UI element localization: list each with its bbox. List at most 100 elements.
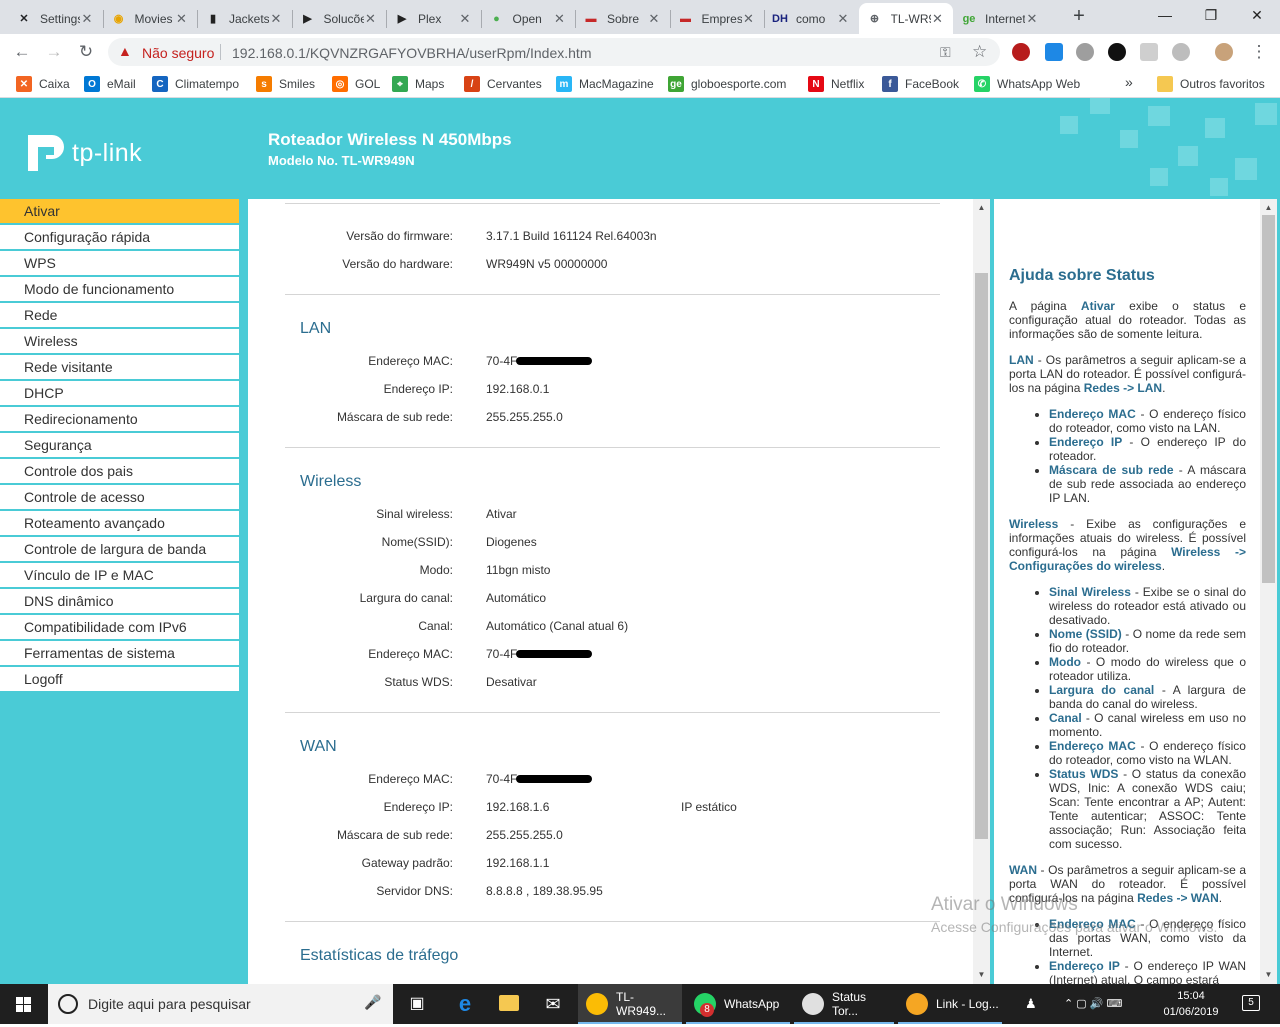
sidebar-menu-item[interactable]: DHCP: [0, 381, 239, 405]
tab-close-icon[interactable]: ✕: [458, 11, 472, 27]
browser-tab[interactable]: ge Internet ✕: [953, 3, 1047, 34]
sidebar-menu-item[interactable]: WPS: [0, 251, 239, 275]
other-bookmarks-folder[interactable]: Outros favoritos: [1157, 76, 1265, 92]
browser-tab[interactable]: ▶ Solucões✕: [292, 3, 386, 34]
maximize-window-icon[interactable]: ❐: [1188, 0, 1234, 30]
sidebar-menu-item[interactable]: Roteamento avançado: [0, 511, 239, 535]
bookmark-item[interactable]: ◎ GOL: [332, 76, 380, 92]
tab-close-icon[interactable]: ✕: [836, 11, 850, 27]
sidebar-menu-item[interactable]: Logoff: [0, 667, 239, 691]
sidebar-menu-item[interactable]: Wireless: [0, 329, 239, 353]
file-explorer-icon[interactable]: [492, 984, 526, 1024]
back-arrow-icon[interactable]: ←: [10, 40, 34, 64]
browser-tab[interactable]: ◉ Movies ✕: [103, 3, 197, 34]
browser-tab[interactable]: ▬ Empresa✕: [670, 3, 764, 34]
bookmark-item[interactable]: C Climatempo: [152, 76, 239, 92]
scrollbar-thumb[interactable]: [975, 273, 988, 839]
sidebar-menu-item[interactable]: Segurança: [0, 433, 239, 457]
browser-tab[interactable]: ✕ Settings ✕: [8, 3, 102, 34]
tab-close-icon[interactable]: ✕: [175, 11, 189, 27]
menu-kebab-icon[interactable]: ⋮: [1247, 40, 1271, 64]
sidebar-menu-item[interactable]: Controle de largura de banda: [0, 537, 239, 561]
bookmark-item[interactable]: N Netflix: [808, 76, 864, 92]
scroll-down-arrow-icon[interactable]: ▼: [973, 970, 990, 979]
avatar[interactable]: [1215, 43, 1233, 61]
task-view-icon[interactable]: ▣: [400, 984, 434, 1024]
tab-close-icon[interactable]: ✕: [931, 11, 945, 27]
taskbar-clock[interactable]: 15:04 01/06/2019: [1160, 988, 1222, 1020]
tab-close-icon[interactable]: ✕: [647, 11, 661, 27]
start-button[interactable]: [0, 984, 48, 1024]
taskbar-app[interactable]: 8 WhatsApp: [686, 984, 790, 1024]
tab-close-icon[interactable]: ✕: [364, 11, 378, 27]
system-tray-icons[interactable]: ⌃ ▢ 🔊 ⌨: [1064, 984, 1154, 1024]
scroll-up-arrow-icon[interactable]: ▲: [973, 203, 990, 212]
mail-icon[interactable]: ✉: [536, 984, 570, 1024]
sidebar-menu-item[interactable]: Compatibilidade com IPv6: [0, 615, 239, 639]
tab-close-icon[interactable]: ✕: [742, 11, 756, 27]
extension-icon[interactable]: [1172, 43, 1190, 61]
bookmark-item[interactable]: / Cervantes: [464, 76, 542, 92]
sidebar-menu-item[interactable]: Vínculo de IP e MAC: [0, 563, 239, 587]
browser-tab[interactable]: DH como ✕: [764, 3, 858, 34]
content-scrollbar[interactable]: ▲ ▼: [973, 199, 990, 984]
sidebar-menu-item[interactable]: Modo de funcionamento: [0, 277, 239, 301]
browser-tab[interactable]: ▶ Plex ✕: [386, 3, 480, 34]
extension-icon[interactable]: [1012, 43, 1030, 61]
shield-icon[interactable]: [1108, 43, 1126, 61]
browser-tab[interactable]: ● Open ✕: [481, 3, 575, 34]
close-window-icon[interactable]: ✕: [1234, 0, 1280, 30]
extension-icon[interactable]: [1076, 43, 1094, 61]
bookmarks-overflow-icon[interactable]: »: [1125, 74, 1133, 90]
notifications-icon[interactable]: 5: [1236, 984, 1266, 1024]
taskbar-app[interactable]: Status Tor...: [794, 984, 894, 1024]
address-bar[interactable]: ▲ Não seguro 192.168.0.1/KQVNZRGAFYOVBRH…: [108, 38, 1000, 66]
tab-close-icon[interactable]: ✕: [1025, 11, 1039, 27]
forward-arrow-icon[interactable]: →: [42, 40, 66, 64]
bookmark-item[interactable]: m MacMagazine: [556, 76, 654, 92]
new-tab-button[interactable]: +: [1068, 6, 1090, 28]
security-status[interactable]: Não seguro: [142, 45, 214, 61]
scrollbar-thumb[interactable]: [1262, 215, 1275, 583]
bookmark-item[interactable]: OeMail: [84, 76, 136, 92]
bookmark-item[interactable]: ge globoesporte.com: [668, 76, 786, 92]
bookmark-item[interactable]: f FaceBook: [882, 76, 959, 92]
browser-tab[interactable]: ⊕ TL-WR949N✕: [858, 3, 953, 34]
bookmark-star-icon[interactable]: ☆: [972, 42, 987, 62]
browser-tab[interactable]: ▮ Jackets ✕: [197, 3, 291, 34]
scroll-up-arrow-icon[interactable]: ▲: [1260, 203, 1277, 212]
taskbar-app[interactable]: TL-WR949...: [578, 984, 682, 1024]
taskbar-search-box[interactable]: Digite aqui para pesquisar 🎤: [48, 984, 393, 1024]
warning-triangle-icon[interactable]: ▲: [118, 43, 132, 59]
scroll-down-arrow-icon[interactable]: ▼: [1260, 970, 1277, 979]
sidebar-menu-item[interactable]: Rede: [0, 303, 239, 327]
sidebar-menu-item[interactable]: Controle de acesso: [0, 485, 239, 509]
url-text[interactable]: 192.168.0.1/KQVNZRGAFYOVBRHA/userRpm/Ind…: [232, 45, 591, 61]
bookmark-item[interactable]: ✆ WhatsApp Web: [974, 76, 1080, 92]
browser-tab[interactable]: ▬ Sobre ✕: [575, 3, 669, 34]
tab-close-icon[interactable]: ✕: [269, 11, 283, 27]
bookmark-item[interactable]: ⌖ Maps: [392, 76, 444, 92]
tab-close-icon[interactable]: ✕: [80, 11, 94, 27]
extension-icon[interactable]: [1045, 43, 1063, 61]
bookmark-item[interactable]: ✕ Caixa: [16, 76, 70, 92]
people-icon[interactable]: ♟: [1025, 984, 1045, 1024]
reload-icon[interactable]: ↻: [74, 40, 98, 64]
minimize-window-icon[interactable]: —: [1142, 0, 1188, 30]
sidebar-menu-item[interactable]: Controle dos pais: [0, 459, 239, 483]
extension-icon[interactable]: [1140, 43, 1158, 61]
sidebar-menu-item[interactable]: Configuração rápida: [0, 225, 239, 249]
bookmark-item[interactable]: s Smiles: [256, 76, 315, 92]
sidebar-menu-item[interactable]: Rede visitante: [0, 355, 239, 379]
edge-icon[interactable]: e: [448, 984, 482, 1024]
help-scrollbar[interactable]: ▲ ▼: [1260, 199, 1277, 984]
tab-close-icon[interactable]: ✕: [553, 11, 567, 27]
sidebar-menu-item[interactable]: Ferramentas de sistema: [0, 641, 239, 665]
key-icon[interactable]: ⚿: [940, 44, 951, 61]
sidebar-menu-item[interactable]: DNS dinâmico: [0, 589, 239, 613]
microphone-icon[interactable]: 🎤: [364, 994, 381, 1011]
sidebar-menu-item[interactable]: Ativar: [0, 199, 239, 223]
help-list-item: Modo - O modo do wireless que o roteador…: [1049, 655, 1246, 683]
sidebar-menu-item[interactable]: Redirecionamento: [0, 407, 239, 431]
taskbar-app[interactable]: Link - Log...: [898, 984, 1002, 1024]
